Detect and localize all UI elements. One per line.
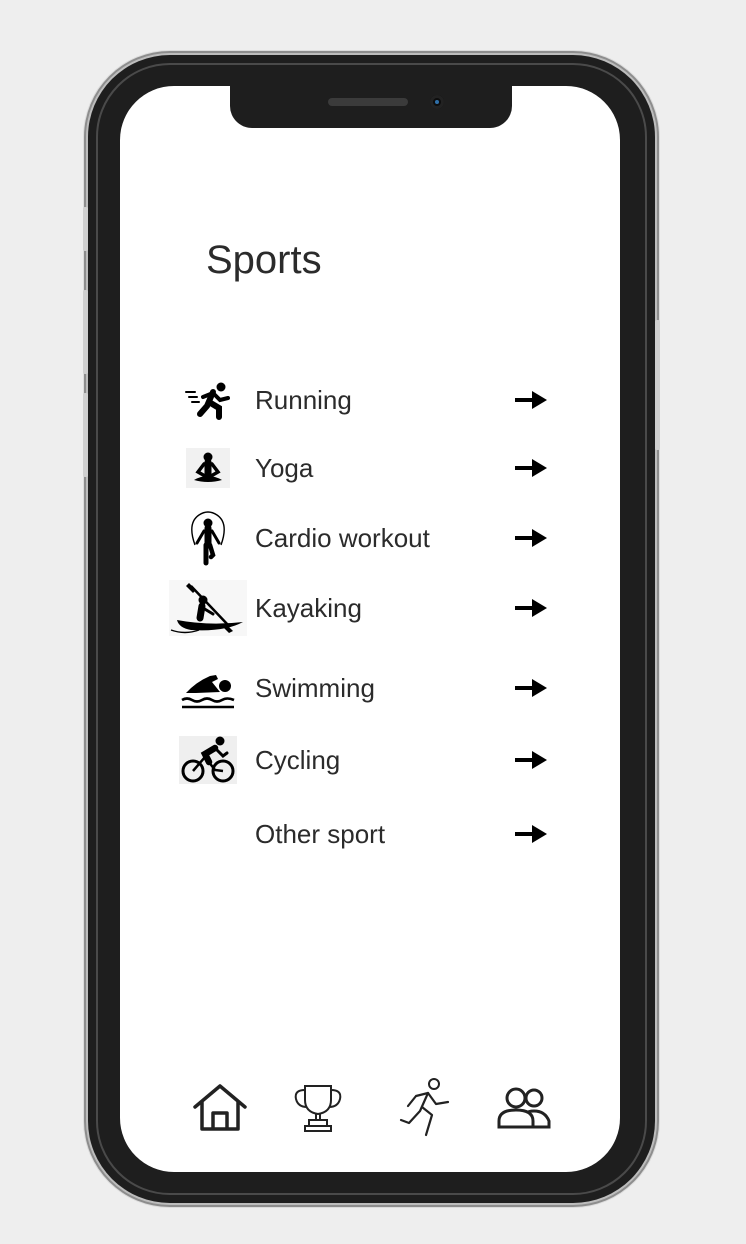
sport-item-other[interactable]: Other sport: [168, 806, 548, 862]
yoga-icon: [168, 440, 248, 496]
sport-item-label: Cardio workout: [255, 522, 430, 553]
sport-item-label: Yoga: [255, 452, 314, 483]
runner-icon: [399, 1078, 450, 1137]
arrow-right-icon: [515, 751, 547, 769]
app-screen: Sports Running Yoga Cardio workout Kayak…: [120, 86, 620, 1172]
swimming-icon: [168, 660, 248, 716]
arrow-right-icon: [515, 459, 547, 477]
sport-item-label: Swimming: [255, 672, 375, 703]
mute-switch: [83, 207, 88, 251]
home-icon: [193, 1084, 247, 1131]
arrow-right-icon: [515, 529, 547, 547]
bottom-tab-bar: [120, 1076, 620, 1146]
kayaking-icon: [168, 580, 248, 636]
jump-rope-icon: [168, 510, 248, 566]
arrow-right-icon: [515, 825, 547, 843]
running-icon: [168, 372, 248, 428]
arrow-right-icon: [515, 599, 547, 617]
sport-item-kayaking[interactable]: Kayaking: [168, 580, 548, 636]
sport-item-icon-placeholder: [168, 806, 248, 862]
sport-item-label: Other sport: [255, 818, 386, 849]
tab-trophies[interactable]: [286, 1076, 350, 1140]
arrow-right-icon: [515, 391, 547, 409]
sport-item-running[interactable]: Running: [168, 372, 548, 428]
sports-list: Running Yoga Cardio workout Kayaking Swi…: [120, 86, 620, 1172]
trophy-icon: [294, 1085, 342, 1132]
users-icon: [497, 1087, 551, 1129]
arrow-right-icon: [515, 679, 547, 697]
cycling-icon: [168, 732, 248, 788]
power-button: [655, 320, 660, 450]
sport-item-yoga[interactable]: Yoga: [168, 440, 548, 496]
tab-sports[interactable]: [392, 1076, 456, 1140]
sport-item-swimming[interactable]: Swimming: [168, 660, 548, 716]
tab-home[interactable]: [188, 1076, 252, 1140]
sport-item-label: Running: [255, 384, 352, 415]
sport-item-label: Kayaking: [255, 592, 362, 623]
sport-item-cycling[interactable]: Cycling: [168, 732, 548, 788]
tab-community[interactable]: [493, 1076, 557, 1140]
sport-item-label: Cycling: [255, 744, 341, 775]
volume-down-button: [83, 393, 88, 477]
volume-up-button: [83, 290, 88, 374]
sport-item-cardio-workout[interactable]: Cardio workout: [168, 510, 548, 566]
